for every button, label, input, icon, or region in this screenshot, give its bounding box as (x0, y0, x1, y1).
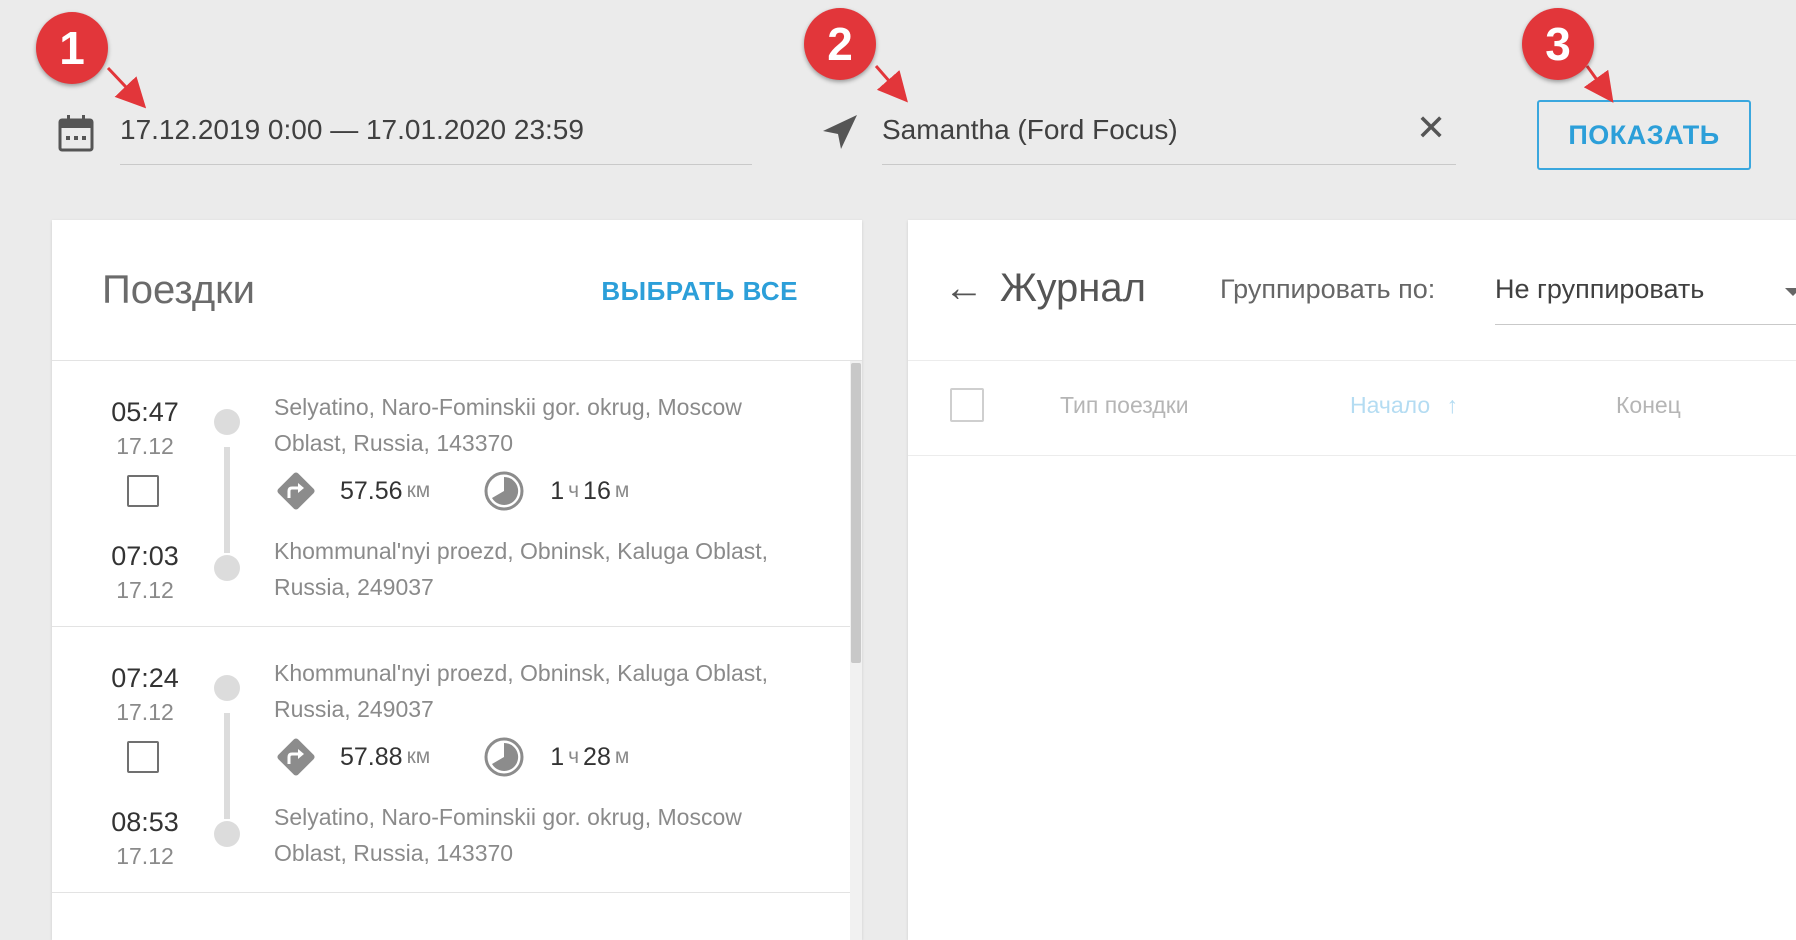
sort-arrow-up-icon: ↑ (1446, 392, 1459, 418)
journal-title: Журнал (1000, 266, 1146, 310)
trip-checkbox[interactable] (127, 741, 159, 773)
clear-vehicle-icon[interactable]: ✕ (1416, 110, 1446, 146)
vehicle-field-underline (882, 164, 1456, 165)
trip-start-address: Selyatino, Naro-Fominskii gor. okrug, Mo… (274, 394, 742, 456)
route-end-dot (214, 555, 240, 581)
chevron-down-icon (1785, 288, 1796, 296)
show-button[interactable]: ПОКАЗАТЬ (1537, 100, 1751, 170)
trip-checkbox[interactable] (127, 475, 159, 507)
route-start-dot (214, 675, 240, 701)
trip-end-time: 07:03 (111, 541, 179, 571)
trip-hours: 1 (550, 476, 565, 505)
duration-icon (482, 469, 526, 513)
trip-end-date: 17.12 (116, 843, 174, 869)
annotation-arrow-2 (874, 65, 908, 103)
column-end[interactable]: Конец (1616, 392, 1681, 419)
hours-unit: ч (568, 745, 580, 768)
trips-scrollbar-thumb[interactable] (851, 363, 861, 663)
navigation-arrow-icon (820, 112, 860, 152)
trip-end-address: Khommunal'nyi proezd, Obninsk, Kaluga Ob… (274, 538, 769, 600)
group-by-select[interactable]: Не группировать (1495, 260, 1796, 325)
trip-minutes: 28 (583, 742, 611, 771)
trip-start-address: Khommunal'nyi proezd, Obninsk, Kaluga Ob… (274, 660, 769, 722)
trips-title: Поездки (102, 268, 256, 312)
route-distance-icon (274, 469, 318, 513)
journal-panel: ← Журнал Группировать по: Не группироват… (908, 220, 1796, 940)
trip-start-date: 17.12 (116, 699, 174, 725)
distance-unit: км (406, 745, 431, 768)
period-field[interactable]: 17.12.2019 0:00 — 17.01.2020 23:59 (120, 114, 584, 146)
annotation-arrow-3 (1583, 65, 1614, 103)
annotation-marker-3: 3 (1522, 8, 1594, 80)
annotation-marker-2: 2 (804, 8, 876, 80)
trip-minutes: 16 (583, 476, 611, 505)
trip-stats: 57.88 км 1 ч 28 м (274, 735, 633, 779)
journal-columns-divider (908, 455, 1796, 456)
vehicle-field[interactable]: Samantha (Ford Focus) (882, 114, 1178, 146)
calendar-icon[interactable] (56, 112, 96, 154)
distance-unit: км (406, 479, 431, 502)
hours-unit: ч (568, 479, 580, 502)
group-by-label: Группировать по: (1220, 274, 1436, 304)
trip-start-time: 07:24 (111, 663, 179, 693)
duration-icon (482, 735, 526, 779)
trip-stats: 57.56 км 1 ч 16 м (274, 469, 633, 513)
trip-end-address: Selyatino, Naro-Fominskii gor. okrug, Mo… (274, 804, 742, 866)
route-start-dot (214, 409, 240, 435)
column-start[interactable]: Начало ↑ (1350, 392, 1458, 419)
trip-hours: 1 (550, 742, 565, 771)
period-field-underline (120, 164, 752, 165)
trips-panel: Поездки ВЫБРАТЬ ВСЕ 05:47 17.12 07:03 17… (52, 220, 862, 940)
route-line (224, 713, 230, 819)
column-start-label: Начало (1350, 392, 1431, 418)
group-by-value: Не группировать (1495, 274, 1705, 304)
journal-header-divider (908, 360, 1796, 361)
trip-item[interactable]: 07:24 17.12 08:53 17.12 Khommunal'nyi pr… (52, 627, 850, 893)
route-end-dot (214, 821, 240, 847)
column-trip-type[interactable]: Тип поездки (1060, 392, 1189, 419)
minutes-unit: м (614, 479, 630, 502)
trip-item[interactable]: 05:47 17.12 07:03 17.12 Selyatino, Naro-… (52, 361, 850, 627)
route-distance-icon (274, 735, 318, 779)
trip-start-time: 05:47 (111, 397, 179, 427)
trip-start-date: 17.12 (116, 433, 174, 459)
back-arrow-icon[interactable]: ← (944, 266, 984, 311)
trip-end-date: 17.12 (116, 577, 174, 603)
annotation-arrow-1 (106, 66, 147, 109)
minutes-unit: м (614, 745, 630, 768)
trip-distance: 57.88 (340, 742, 403, 771)
select-all-button[interactable]: ВЫБРАТЬ ВСЕ (601, 276, 798, 307)
select-all-rows-checkbox[interactable] (950, 388, 984, 422)
route-line (224, 447, 230, 553)
annotation-marker-1: 1 (36, 12, 108, 84)
trip-end-time: 08:53 (111, 807, 179, 837)
trip-distance: 57.56 (340, 476, 403, 505)
